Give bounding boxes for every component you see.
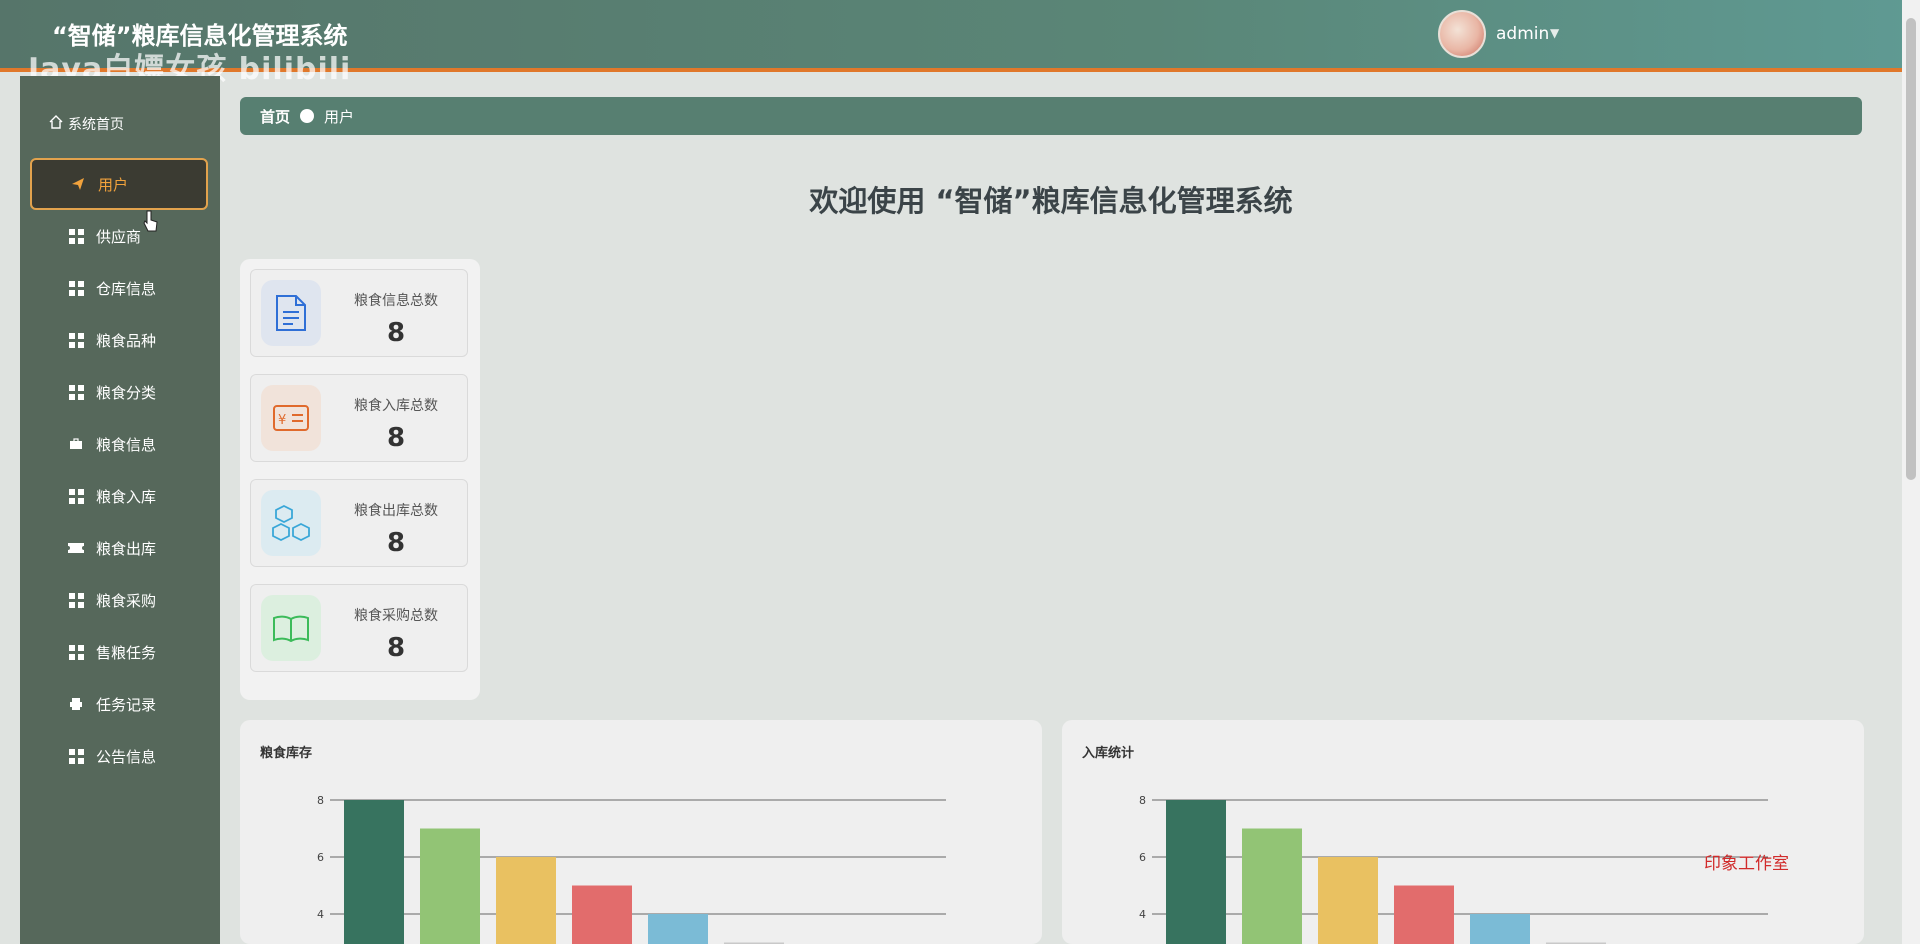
- chart-card-inbound-stats: 入库统计 864: [1062, 720, 1864, 944]
- cubes-icon: [261, 490, 321, 556]
- sidebar-item-users[interactable]: 用户: [30, 158, 208, 210]
- user-menu[interactable]: admin ▼: [1438, 0, 1898, 68]
- grid-icon: [68, 592, 84, 608]
- breadcrumb-current: 用户: [324, 107, 355, 126]
- stat-card-grain-purchase: 粮食采购总数 8: [250, 584, 468, 672]
- grid-icon: [68, 384, 84, 400]
- grid-icon: [68, 228, 84, 244]
- sidebar-item-label: 公告信息: [96, 747, 157, 766]
- stat-value: 8: [386, 318, 406, 348]
- document-icon: [261, 280, 321, 346]
- stat-value: 8: [386, 633, 406, 663]
- sidebar: 系统首页 用户 供应商 仓库信息 粮食品种 粮食分类 粮食信息 粮食入库 粮食出…: [20, 76, 220, 944]
- inbound-stats-bar-chart: 8 6 4: [1139, 794, 1768, 944]
- stat-card-grain-inbound: ¥ 粮食入库总数 8: [250, 374, 468, 462]
- scrollbar-thumb[interactable]: [1906, 18, 1916, 480]
- briefcase-icon: [68, 438, 84, 450]
- paper-plane-icon: [70, 177, 86, 191]
- grid-icon: [68, 644, 84, 660]
- sidebar-item-grain-categories[interactable]: 粮食分类: [30, 366, 208, 418]
- chart-card-grain-stock: 粮食库存 864: [240, 720, 1042, 944]
- sidebar-home-label: 系统首页: [68, 117, 124, 133]
- stat-label: 粮食采购总数: [354, 608, 438, 624]
- grid-icon: [68, 332, 84, 348]
- home-icon: [48, 114, 64, 134]
- bar[interactable]: [572, 885, 632, 944]
- sidebar-item-grain-info[interactable]: 粮食信息: [30, 418, 208, 470]
- stat-card-grain-outbound: 粮食出库总数 8: [250, 479, 468, 567]
- ticket-icon: [68, 543, 84, 553]
- stat-card-grain-info: 粮食信息总数 8: [250, 269, 468, 357]
- bar[interactable]: [1242, 828, 1302, 944]
- y-tick-label: 8: [317, 794, 324, 807]
- sidebar-item-label: 粮食入库: [96, 487, 157, 506]
- grain-stock-bar-chart: 8 6 4: [317, 794, 946, 944]
- sidebar-item-label: 供应商: [96, 227, 142, 246]
- y-tick-label: 6: [1139, 851, 1146, 864]
- stat-label: 粮食信息总数: [354, 293, 438, 309]
- sidebar-item-label: 粮食出库: [96, 539, 157, 558]
- stats-panel: 粮食信息总数 8 ¥ 粮食入库总数 8 粮食出库总数 8 粮食采购总数 8: [240, 259, 480, 700]
- sidebar-item-label: 粮食采购: [96, 591, 157, 610]
- avatar[interactable]: [1438, 10, 1486, 58]
- bar[interactable]: [420, 828, 480, 944]
- stat-value: 8: [386, 528, 406, 558]
- sidebar-item-label: 粮食品种: [96, 331, 157, 350]
- bar[interactable]: [1166, 800, 1226, 944]
- top-header: “智储”粮库信息化管理系统 Java白嫖女孩 bilibili admin ▼: [0, 0, 1920, 87]
- page-scrollbar[interactable]: [1902, 0, 1920, 944]
- caret-down-icon[interactable]: ▼: [1550, 26, 1559, 40]
- sidebar-item-warehouse-info[interactable]: 仓库信息: [30, 262, 208, 314]
- sidebar-item-label: 用户: [98, 175, 129, 194]
- sidebar-item-announcements[interactable]: 公告信息: [30, 730, 208, 782]
- y-tick-label: 8: [1139, 794, 1146, 807]
- book-icon: [261, 595, 321, 661]
- sidebar-item-label: 粮食信息: [96, 435, 157, 454]
- svg-text:¥: ¥: [278, 413, 286, 428]
- bar[interactable]: [344, 800, 404, 944]
- sidebar-home-link[interactable]: 系统首页: [48, 114, 124, 134]
- studio-watermark: 印象工作室: [1704, 854, 1789, 874]
- mouse-pointer-icon: [143, 209, 159, 237]
- sidebar-item-suppliers[interactable]: 供应商: [30, 210, 208, 262]
- sidebar-item-grain-purchase[interactable]: 粮食采购: [30, 574, 208, 626]
- breadcrumb: 首页 用户: [240, 97, 1862, 135]
- yen-card-icon: ¥: [261, 385, 321, 451]
- stat-label: 粮食入库总数: [354, 398, 438, 414]
- welcome-heading: 欢迎使用 “智储”粮库信息化管理系统: [809, 184, 1293, 218]
- y-tick-label: 6: [317, 851, 324, 864]
- grid-icon: [68, 488, 84, 504]
- breadcrumb-separator-icon: [300, 109, 315, 123]
- stat-label: 粮食出库总数: [354, 503, 438, 519]
- sidebar-item-task-records[interactable]: 任务记录: [30, 678, 208, 730]
- y-tick-label: 4: [317, 908, 324, 921]
- username[interactable]: admin: [1496, 24, 1549, 44]
- bar[interactable]: [496, 857, 556, 944]
- sidebar-item-grain-outbound[interactable]: 粮食出库: [30, 522, 208, 574]
- sidebar-item-label: 粮食分类: [96, 383, 157, 402]
- bar[interactable]: [1318, 857, 1378, 944]
- printer-icon: [68, 697, 84, 711]
- sidebar-item-label: 仓库信息: [96, 279, 157, 298]
- grid-icon: [68, 748, 84, 764]
- sidebar-item-label: 任务记录: [96, 695, 157, 714]
- y-tick-label: 4: [1139, 908, 1146, 921]
- sidebar-item-grain-varieties[interactable]: 粮食品种: [30, 314, 208, 366]
- bar[interactable]: [1394, 885, 1454, 944]
- bar[interactable]: [648, 914, 708, 944]
- bar[interactable]: [1470, 914, 1530, 944]
- sidebar-item-sale-tasks[interactable]: 售粮任务: [30, 626, 208, 678]
- stat-value: 8: [386, 423, 406, 453]
- breadcrumb-home[interactable]: 首页: [260, 106, 290, 127]
- sidebar-item-grain-inbound[interactable]: 粮食入库: [30, 470, 208, 522]
- grid-icon: [68, 280, 84, 296]
- sidebar-item-label: 售粮任务: [96, 643, 157, 662]
